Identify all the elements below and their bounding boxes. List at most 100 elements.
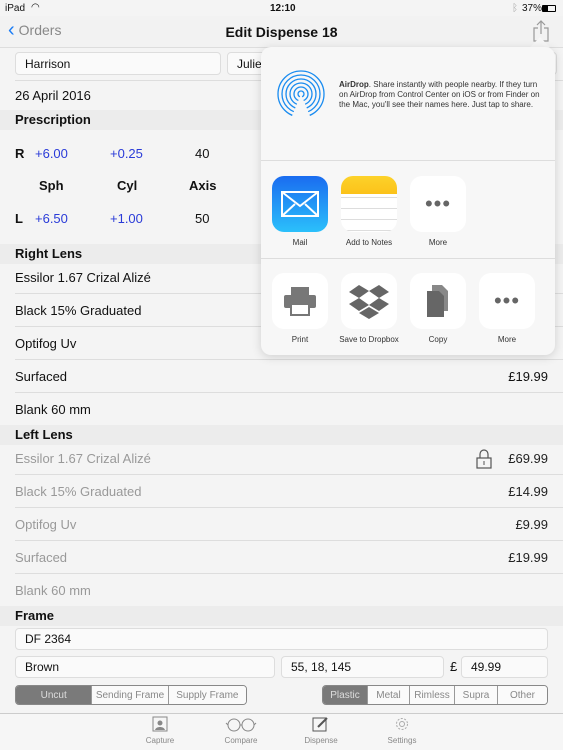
page-title: Edit Dispense 18 [225, 24, 338, 40]
tab-dispense[interactable]: Dispense [291, 716, 351, 745]
item-price: £14.99 [508, 484, 548, 499]
rx-left-cyl[interactable]: +1.00 [110, 211, 143, 226]
segment-plastic[interactable]: Plastic [323, 686, 368, 704]
segment-uncut[interactable]: Uncut [16, 686, 93, 704]
action-label: Copy [428, 335, 448, 344]
left-lens-row[interactable]: Essilor 1.67 Crizal Alizé £69.99 [15, 442, 563, 475]
item-name: Surfaced [15, 550, 68, 565]
status-bar: iPad ◠ 12:10 ᛒ 37% [0, 0, 563, 16]
rx-left-label: L [15, 211, 23, 226]
wifi-icon: ◠ [31, 2, 40, 13]
axis-header: Axis [189, 178, 217, 193]
rx-left-axis[interactable]: 50 [195, 211, 209, 226]
left-lens-row[interactable]: Optifog Uv £9.99 [15, 508, 563, 541]
tab-label: Dispense [304, 736, 338, 745]
share-sheet-popover: AirDrop. Share instantly with people nea… [261, 47, 555, 355]
item-name: Optifog Uv [15, 336, 77, 351]
item-name: Blank 60 mm [15, 583, 91, 598]
portrait-icon [152, 716, 168, 732]
tab-settings[interactable]: Settings [372, 716, 432, 745]
device-name: iPad [5, 3, 26, 14]
item-name: Essilor 1.67 Crizal Alizé [15, 451, 151, 466]
tab-label: Settings [387, 736, 417, 745]
rx-right-axis[interactable]: 40 [195, 146, 209, 161]
rx-right-sph[interactable]: +6.00 [35, 146, 68, 161]
segment-supra[interactable]: Supra [455, 686, 498, 704]
item-name: Essilor 1.67 Crizal Alizé [15, 270, 151, 285]
share-app-mail[interactable]: Mail [265, 176, 335, 247]
share-app-notes[interactable]: Add to Notes [334, 176, 404, 247]
share-action-print[interactable]: Print [265, 273, 335, 344]
segment-other[interactable]: Other [498, 686, 547, 704]
copy-icon [410, 273, 466, 329]
rx-left-sph[interactable]: +6.50 [35, 211, 68, 226]
item-name: Surfaced [15, 369, 68, 384]
item-name: Optifog Uv [15, 517, 77, 532]
cyl-header: Cyl [117, 178, 138, 193]
segment-rimless[interactable]: Rimless [410, 686, 455, 704]
item-price: £9.99 [515, 517, 548, 532]
item-name: Black 15% Graduated [15, 303, 142, 318]
left-lens-row[interactable]: Blank 60 mm [15, 574, 563, 607]
segment-sending-frame[interactable]: Sending Frame [92, 686, 169, 704]
supply-segmented-control: Uncut Sending Frame Supply Frame [15, 685, 247, 705]
right-lens-row[interactable]: Blank 60 mm [15, 393, 563, 426]
app-label: Add to Notes [345, 238, 393, 247]
battery-icon [542, 5, 556, 12]
material-segmented-control: Plastic Metal Rimless Supra Other [322, 685, 548, 705]
segment-metal[interactable]: Metal [368, 686, 410, 704]
app-label: More [428, 238, 448, 247]
left-lens-row[interactable]: Surfaced £19.99 [15, 541, 563, 574]
share-action-more[interactable]: ••• More [472, 273, 542, 344]
clock: 12:10 [270, 3, 296, 14]
more-icon: ••• [410, 176, 466, 232]
frame-header: Frame [0, 606, 563, 626]
right-lens-row[interactable]: Surfaced £19.99 [15, 360, 563, 393]
sph-header: Sph [39, 178, 64, 193]
airdrop-description: AirDrop. Share instantly with people nea… [339, 80, 544, 110]
share-action-copy[interactable]: Copy [403, 273, 473, 344]
left-lens-row[interactable]: Black 15% Graduated £14.99 [15, 475, 563, 508]
tab-compare[interactable]: Compare [211, 716, 271, 745]
item-price: £19.99 [508, 369, 548, 384]
bluetooth-icon: ᛒ [512, 3, 518, 14]
item-price: £69.99 [508, 451, 548, 466]
edit-icon [312, 717, 328, 732]
tab-label: Compare [224, 736, 258, 745]
item-price: £19.99 [508, 550, 548, 565]
more-icon: ••• [479, 273, 535, 329]
airdrop-text: . Share instantly with people nearby. If… [339, 80, 540, 109]
airdrop-icon[interactable] [276, 69, 326, 121]
battery-percent: 37% [522, 3, 543, 14]
lock-icon[interactable] [476, 449, 492, 469]
glasses-icon [225, 718, 257, 732]
frame-colour-field[interactable]: Brown [15, 656, 275, 678]
gear-icon [396, 718, 408, 730]
tab-label: Capture [145, 736, 175, 745]
frame-model-field[interactable]: DF 2364 [15, 628, 548, 650]
mail-icon [272, 176, 328, 232]
navigation-bar: ‹ Orders Edit Dispense 18 [0, 16, 563, 48]
currency-symbol: £ [450, 659, 458, 674]
rx-right-label: R [15, 146, 25, 161]
item-name: Blank 60 mm [15, 402, 91, 417]
airdrop-title: AirDrop [339, 80, 369, 89]
share-app-more[interactable]: ••• More [403, 176, 473, 247]
dropbox-icon [341, 273, 397, 329]
frame-price-field[interactable]: 49.99 [461, 656, 548, 678]
order-date[interactable]: 26 April 2016 [15, 88, 91, 103]
surname-field[interactable]: Harrison [15, 52, 221, 75]
notes-icon [341, 176, 397, 232]
action-label: Print [291, 335, 309, 344]
segment-supply-frame[interactable]: Supply Frame [168, 686, 246, 704]
printer-icon [272, 273, 328, 329]
tab-capture[interactable]: Capture [130, 716, 190, 745]
item-name: Black 15% Graduated [15, 484, 142, 499]
app-label: Mail [292, 238, 308, 247]
frame-size-field[interactable]: 55, 18, 145 [281, 656, 444, 678]
action-label: More [497, 335, 517, 344]
rx-right-cyl[interactable]: +0.25 [110, 146, 143, 161]
tab-bar [0, 713, 563, 750]
action-label: Save to Dropbox [339, 335, 399, 344]
share-action-dropbox[interactable]: Save to Dropbox [334, 273, 404, 344]
